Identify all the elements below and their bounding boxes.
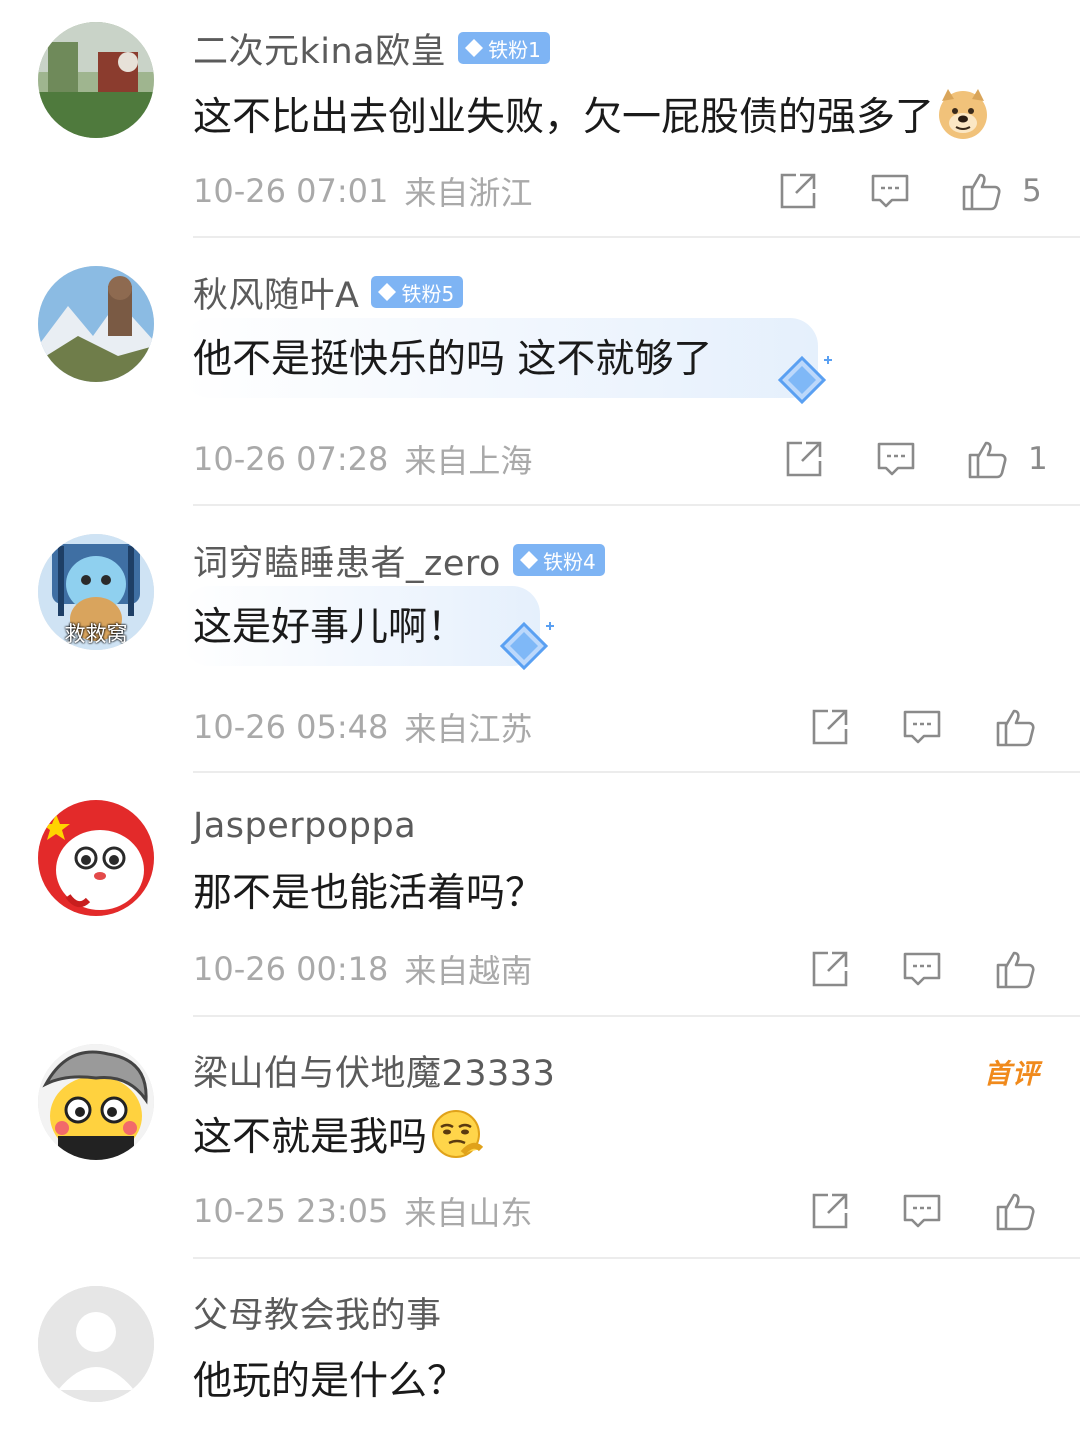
diamond-icon	[519, 551, 538, 569]
avatar[interactable]	[38, 1286, 154, 1402]
repost-button[interactable]	[808, 702, 852, 752]
username[interactable]: 词穷瞌睡患者_zero	[193, 535, 501, 586]
comment-time: 10-26 00:18	[193, 950, 389, 988]
comment-icon	[877, 442, 915, 476]
comment-location: 来自浙江	[404, 174, 533, 212]
avatar[interactable]	[38, 1044, 154, 1160]
first-comment-tag: 首评	[984, 1059, 1040, 1090]
comment-icon	[903, 952, 941, 986]
comment-item: Jasperpoppa 那不是也能活着吗？ 10-26 00:18 来自越南	[0, 772, 1080, 1017]
comment-time: 10-26 05:48	[193, 708, 389, 746]
comment-text: 他不是挺快乐的吗 这不就够了	[193, 337, 713, 382]
comment-item: 二次元kina欧皇 铁粉1 这不比出去创业失败，欠一屁股债的强多了 10-26 …	[0, 0, 1080, 238]
share-icon	[812, 709, 848, 745]
reply-button[interactable]	[874, 434, 918, 484]
thumbs-up-icon	[968, 441, 1007, 479]
comment-location: 来自越南	[404, 952, 533, 990]
fan-badge-label: 铁粉1	[488, 37, 541, 62]
share-icon	[786, 441, 822, 477]
comment-text: 这不比出去创业失败，欠一屁股债的强多了	[193, 95, 935, 140]
comment-text: 他玩的是什么？	[193, 1359, 467, 1404]
comment-item: 救救窝 词穷瞌睡患者_zero 铁粉4 这是好事儿啊！ 10-26 05:48 …	[0, 506, 1080, 773]
share-icon	[812, 1193, 848, 1229]
avatar-caption: 救救窝	[64, 622, 128, 646]
thumbs-up-icon	[996, 1193, 1035, 1231]
repost-button[interactable]	[808, 1186, 852, 1236]
comment-location: 来自上海	[404, 442, 533, 480]
comment-text: 这不就是我吗	[193, 1115, 428, 1160]
diamond-icon	[378, 283, 397, 301]
like-button[interactable]	[994, 944, 1038, 994]
avatar[interactable]	[38, 22, 154, 138]
fan-badge-label: 铁粉5	[401, 281, 455, 306]
repost-button[interactable]	[808, 944, 852, 994]
comment-time: 10-25 23:05	[193, 1192, 389, 1230]
doge-emoji-icon	[939, 89, 988, 139]
like-button[interactable]: 1	[966, 434, 1048, 484]
share-icon	[780, 173, 816, 209]
reply-button[interactable]	[900, 702, 944, 752]
avatar-image	[38, 22, 154, 138]
username[interactable]: Jasperpoppa	[193, 806, 416, 846]
thumbs-up-icon	[996, 951, 1035, 989]
default-avatar-icon	[38, 1286, 154, 1402]
comment-icon	[903, 1194, 941, 1228]
avatar[interactable]	[38, 800, 154, 916]
like-count: 1	[1028, 441, 1048, 477]
reply-button[interactable]	[900, 1186, 944, 1236]
username[interactable]: 梁山伯与伏地魔23333	[193, 1045, 555, 1096]
fan-badge[interactable]: 铁粉5	[371, 276, 464, 308]
avatar-image	[38, 800, 154, 916]
diamond-icon	[465, 39, 484, 57]
comment-text-row: 这不比出去创业失败，欠一屁股债的强多了	[193, 84, 990, 144]
repost-button[interactable]	[776, 166, 820, 216]
comment-text: 那不是也能活着吗？	[193, 871, 545, 916]
like-button[interactable]	[994, 1186, 1038, 1236]
like-button[interactable]	[994, 702, 1038, 752]
diamond-icon	[499, 621, 554, 671]
thumbs-up-icon	[962, 173, 1001, 211]
like-count: 5	[1022, 173, 1042, 209]
fan-badge-label: 铁粉4	[542, 549, 596, 574]
avatar-image	[38, 266, 154, 382]
comment-text: 这是好事儿啊！	[193, 605, 467, 650]
comment-text-row: 这不就是我吗	[193, 1104, 484, 1164]
reply-button[interactable]	[868, 166, 912, 216]
comment-time: 10-26 07:28	[193, 440, 389, 478]
comment-item: 梁山伯与伏地魔23333 首评 这不就是我吗 10-25 23:05 来自山东	[0, 1016, 1080, 1259]
like-button[interactable]: 5	[960, 166, 1042, 216]
comment-icon	[871, 174, 909, 208]
avatar-image	[38, 1044, 154, 1160]
comment-time: 10-26 07:01	[193, 172, 389, 210]
thinking-emoji-icon	[432, 1110, 484, 1158]
username[interactable]: 二次元kina欧皇	[193, 23, 446, 74]
username[interactable]: 父母教会我的事	[193, 1287, 442, 1338]
username[interactable]: 秋风随叶A	[193, 267, 359, 318]
reply-button[interactable]	[900, 944, 944, 994]
comment-icon	[903, 710, 941, 744]
fan-badge[interactable]: 铁粉1	[458, 32, 550, 64]
avatar[interactable]: 救救窝	[38, 534, 154, 650]
avatar[interactable]	[38, 266, 154, 382]
comment-item: 父母教会我的事 他玩的是什么？	[0, 1258, 1080, 1440]
comment-location: 来自山东	[404, 1194, 533, 1232]
share-icon	[812, 951, 848, 987]
repost-button[interactable]	[782, 434, 826, 484]
diamond-icon	[777, 355, 832, 405]
comment-location: 来自江苏	[404, 710, 533, 748]
thumbs-up-icon	[996, 709, 1035, 747]
fan-badge[interactable]: 铁粉4	[512, 544, 605, 576]
comment-item: 秋风随叶A 铁粉5 他不是挺快乐的吗 这不就够了 10-26 07:28 来自上…	[0, 238, 1080, 506]
comment-list: 二次元kina欧皇 铁粉1 这不比出去创业失败，欠一屁股债的强多了 10-26 …	[0, 0, 1080, 1440]
